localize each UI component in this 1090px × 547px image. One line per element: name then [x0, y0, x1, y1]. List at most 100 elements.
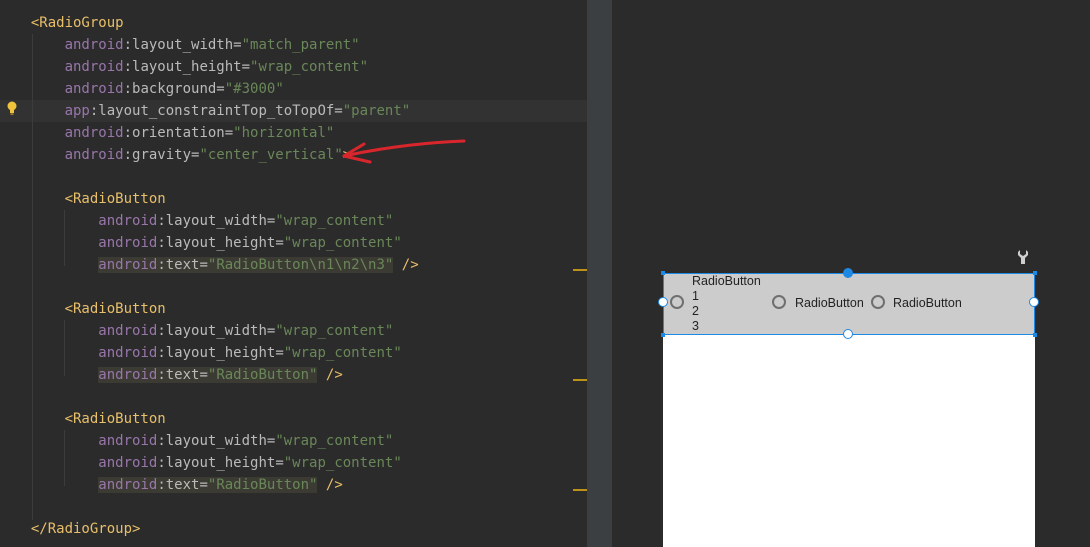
top-constraint-handle[interactable]: [843, 268, 853, 278]
scrollbar-warning-mark[interactable]: [573, 489, 587, 491]
code-token: "wrap_content": [250, 59, 369, 75]
code-token: "wrap_content": [283, 235, 402, 251]
code-token: <RadioButton: [64, 301, 166, 317]
code-token: :text=: [157, 477, 208, 493]
code-token: android: [98, 367, 158, 383]
code-token: "match_parent": [241, 37, 360, 53]
code-token: </RadioGroup>: [30, 521, 141, 537]
code-token: android: [98, 433, 158, 449]
right-constraint-handle[interactable]: [1029, 297, 1039, 307]
code-token: <RadioButton: [64, 191, 166, 207]
wrench-icon[interactable]: [1016, 249, 1030, 265]
code-token: android: [98, 213, 158, 229]
code-token: :text=: [157, 257, 208, 273]
resize-handle-top-right[interactable]: [1033, 271, 1037, 275]
left-constraint-handle[interactable]: [658, 297, 668, 307]
code-line[interactable]: android:layout_height="wrap_content": [14, 56, 368, 78]
code-token: android: [98, 257, 158, 273]
code-line[interactable]: android:gravity="center_vertical">: [14, 144, 352, 166]
code-token: :layout_height=: [157, 455, 284, 471]
code-line[interactable]: android:layout_height="wrap_content": [14, 232, 402, 254]
scrollbar-warning-mark[interactable]: [573, 379, 587, 381]
scrollbar-warning-mark[interactable]: [573, 269, 587, 271]
resize-handle-top-left[interactable]: [661, 271, 665, 275]
code-line[interactable]: android:layout_height="wrap_content": [14, 452, 401, 474]
code-token: />: [325, 367, 343, 383]
code-token: "wrap_content": [275, 323, 394, 339]
code-line[interactable]: </RadioGroup>: [14, 518, 141, 540]
code-token: "horizontal": [233, 125, 335, 141]
code-line[interactable]: <RadioButton: [14, 408, 166, 430]
code-token: :orientation=: [123, 125, 234, 141]
code-line[interactable]: android:text="RadioButton" />: [14, 474, 343, 496]
code-token: :gravity=: [123, 147, 200, 163]
code-line[interactable]: android:text="RadioButton" />: [14, 364, 343, 386]
code-token: :layout_height=: [157, 345, 284, 361]
code-token: :text=: [157, 367, 208, 383]
code-line[interactable]: <RadioGroup: [14, 12, 124, 34]
code-token: android: [64, 37, 124, 53]
bottom-constraint-handle[interactable]: [843, 329, 853, 339]
radio-button-2-circle[interactable]: [772, 295, 786, 309]
code-line[interactable]: android:layout_height="wrap_content": [14, 342, 401, 364]
code-token: app: [64, 103, 90, 119]
code-token: :layout_height=: [157, 235, 284, 251]
code-token: android: [64, 147, 124, 163]
code-token: "parent": [342, 103, 411, 119]
radio-button-1-circle[interactable]: [670, 295, 684, 309]
code-line[interactable]: android:text="RadioButton\n1\n2\n3" />: [14, 254, 419, 276]
code-token: "center_vertical": [199, 147, 343, 163]
splitter[interactable]: [587, 0, 612, 547]
code-token: android: [98, 323, 158, 339]
code-line[interactable]: android:layout_width="wrap_content": [14, 210, 393, 232]
code-line[interactable]: android:layout_width="wrap_content": [14, 430, 393, 452]
code-token: "RadioButton": [207, 367, 318, 383]
resize-handle-bottom-left[interactable]: [661, 333, 665, 337]
code-token: :layout_height=: [123, 59, 251, 75]
code-line[interactable]: <RadioButton: [14, 188, 166, 210]
resize-handle-bottom-right[interactable]: [1033, 333, 1037, 337]
code-token: />: [401, 257, 419, 273]
code-editor[interactable]: <RadioGroup android:layout_width="match_…: [0, 0, 587, 547]
code-token: :layout_width=: [123, 37, 242, 53]
code-token: "#3000": [224, 81, 284, 97]
code-token: />: [325, 477, 343, 493]
code-line[interactable]: app:layout_constraintTop_toTopOf="parent…: [14, 100, 411, 122]
code-token: android: [98, 477, 158, 493]
code-token: <RadioGroup: [30, 15, 124, 31]
code-line[interactable]: android:layout_width="match_parent": [14, 34, 360, 56]
code-token: android: [98, 235, 158, 251]
radio-button-1-label: RadioButton 1 2 3: [692, 274, 761, 333]
code-token: "RadioButton": [207, 477, 318, 493]
radio-button-3-circle[interactable]: [871, 295, 885, 309]
code-line[interactable]: android:layout_width="wrap_content": [14, 320, 393, 342]
code-token: :background=: [123, 81, 225, 97]
radio-button-2-label: RadioButton: [795, 296, 864, 310]
code-token: "wrap_content": [275, 213, 394, 229]
code-line[interactable]: android:orientation="horizontal": [14, 122, 335, 144]
code-line[interactable]: <RadioButton: [14, 298, 166, 320]
code-token: android: [98, 345, 158, 361]
code-token: :layout_width=: [157, 213, 276, 229]
code-token: android: [98, 455, 158, 471]
code-token: android: [64, 125, 124, 141]
code-line[interactable]: android:background="#3000": [14, 78, 284, 100]
